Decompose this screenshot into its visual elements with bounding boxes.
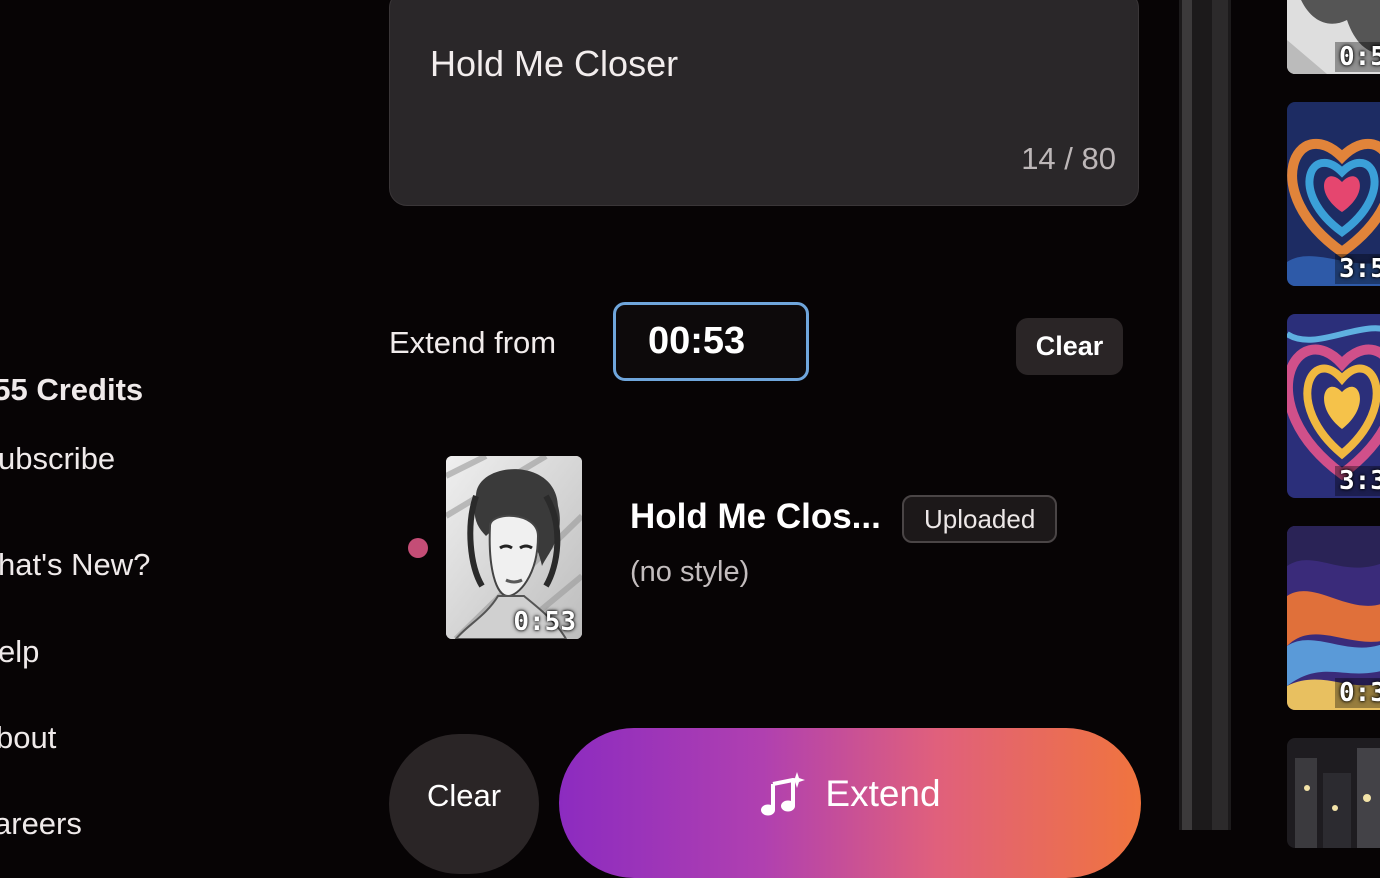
credits-count: 355 Credits [0, 372, 144, 407]
song-cover-art[interactable]: 0:53 [446, 456, 582, 639]
sidebar-item-help[interactable]: elp [0, 634, 39, 670]
thumbnail-duration: 0:5 [1335, 42, 1380, 72]
sidebar-item-careers[interactable]: areers [0, 806, 82, 842]
sidebar-item-about[interactable]: bout [0, 720, 56, 756]
thumbnail-duration: 3:3 [1335, 466, 1380, 496]
status-dot [408, 538, 428, 558]
song-title[interactable]: Hold Me Clos... [630, 497, 881, 537]
status-badge: Uploaded [902, 495, 1058, 543]
extend-button[interactable]: Extend [559, 728, 1141, 878]
extend-button-label: Extend [825, 773, 941, 814]
song-title-field[interactable]: Hold Me Closer 14 / 80 [389, 0, 1139, 206]
thumbnail-item[interactable]: 0:5 [1287, 0, 1380, 74]
song-style: (no style) [630, 556, 750, 588]
sidebar-item-whats-new[interactable]: hat's New? [0, 547, 150, 583]
panel-resize-handle[interactable] [1212, 0, 1228, 830]
sidebar: 355 Credits ubscribe hat's New? elp bout… [0, 0, 340, 841]
thumbnail-duration: 3:5 [1335, 254, 1380, 284]
clear-time-button[interactable]: Clear [1016, 318, 1123, 375]
music-sparkle-icon [761, 772, 806, 816]
character-counter: 14 / 80 [1021, 141, 1116, 176]
thumbnail-item[interactable] [1287, 738, 1380, 848]
thumbnail-duration: 0:3 [1335, 678, 1380, 708]
extend-from-label: Extend from [389, 325, 557, 360]
thumbnail-item[interactable]: 0:3 [1287, 526, 1380, 710]
song-duration: 0:53 [513, 607, 576, 637]
sidebar-item-subscribe[interactable]: ubscribe [0, 441, 115, 477]
thumbnail-item[interactable]: 3:3 [1287, 314, 1380, 498]
clear-button[interactable]: Clear [389, 734, 539, 874]
scrollbar-track[interactable] [1182, 0, 1192, 830]
extend-time-input[interactable] [613, 302, 809, 381]
song-title-value[interactable]: Hold Me Closer [430, 43, 678, 85]
thumbnail-item[interactable]: 3:5 [1287, 102, 1380, 286]
city-night-art-icon [1287, 738, 1380, 848]
